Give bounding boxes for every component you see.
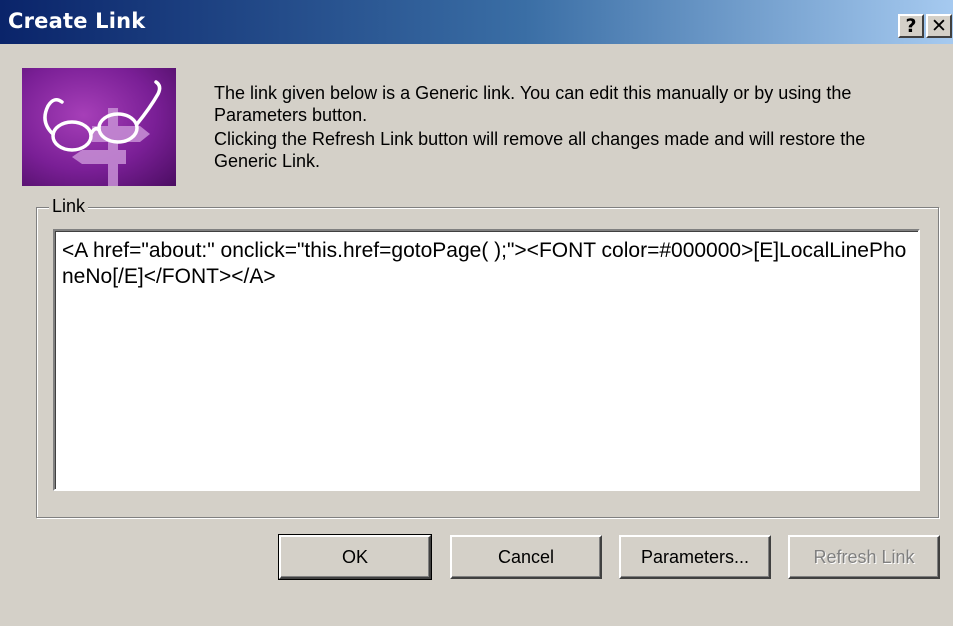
glasses-signpost-icon [22, 68, 176, 186]
title-bar[interactable]: Create Link ? ✕ [0, 0, 953, 44]
help-button[interactable]: ? [898, 14, 924, 38]
link-group-label: Link [49, 196, 89, 217]
link-textarea[interactable]: <A href="about:" onclick="this.href=goto… [53, 229, 920, 491]
parameters-button[interactable]: Parameters... [619, 535, 771, 579]
cancel-button[interactable]: Cancel [450, 535, 602, 579]
close-button[interactable]: ✕ [926, 14, 952, 38]
ok-button[interactable]: OK [278, 534, 432, 580]
window-title: Create Link [8, 9, 146, 33]
info-text-1: The link given below is a Generic link. … [214, 83, 852, 125]
info-text-2: Clicking the Refresh Link button will re… [214, 129, 866, 171]
refresh-link-button[interactable]: Refresh Link [788, 535, 940, 579]
